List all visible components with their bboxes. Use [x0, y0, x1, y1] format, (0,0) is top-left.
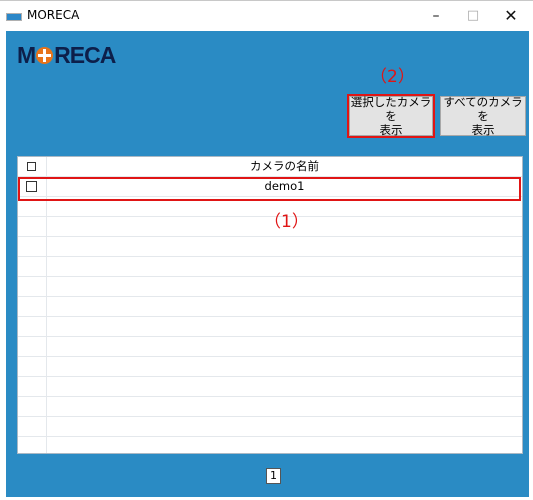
select-all-checkbox[interactable] — [27, 162, 36, 171]
empty-row — [18, 377, 522, 397]
show-all-cameras-button[interactable]: すべてのカメラを 表示 — [440, 95, 526, 137]
empty-row — [18, 397, 522, 417]
empty-row — [18, 357, 522, 377]
empty-row — [18, 277, 522, 297]
empty-row — [18, 237, 522, 257]
column-header-camera-name: カメラの名前 — [250, 159, 319, 173]
minimize-button[interactable]: – — [418, 5, 454, 27]
page-1-button[interactable]: 1 — [266, 468, 281, 484]
close-button[interactable]: ✕ — [493, 5, 529, 27]
app-icon — [6, 13, 22, 21]
empty-row — [18, 257, 522, 277]
empty-row — [18, 317, 522, 337]
camera-name-cell: demo1 — [264, 179, 305, 193]
window-title: MORECA — [27, 8, 80, 22]
show-all-label-1: すべてのカメラを — [443, 95, 523, 123]
title-bar: MORECA – □ ✕ — [0, 0, 533, 30]
empty-row — [18, 437, 522, 453]
row-checkbox[interactable] — [26, 181, 37, 192]
empty-row — [18, 417, 522, 437]
empty-row — [18, 297, 522, 317]
empty-row — [18, 337, 522, 357]
maximize-button[interactable]: □ — [455, 5, 491, 27]
show-selected-cameras-button[interactable]: 選択したカメラを 表示 — [349, 95, 433, 137]
annotation-label-2: （2） — [370, 67, 415, 87]
show-selected-label-1: 選択したカメラを — [350, 95, 432, 123]
show-all-label-2: 表示 — [471, 123, 495, 137]
show-selected-label-2: 表示 — [379, 123, 403, 137]
logo-text-right: RECA — [54, 41, 116, 68]
main-panel: M RECA （2） 選択したカメラを 表示 すべてのカメラを 表示 カメラの名… — [6, 31, 529, 497]
logo-text-left: M — [17, 41, 36, 68]
crosshair-icon — [36, 46, 54, 64]
annotation-label-1: （1） — [264, 212, 309, 232]
table-header: カメラの名前 — [18, 157, 522, 177]
moreca-logo: M RECA — [17, 41, 116, 68]
table-row[interactable]: demo1 — [18, 177, 522, 197]
camera-table: カメラの名前 demo1 — [17, 156, 523, 454]
